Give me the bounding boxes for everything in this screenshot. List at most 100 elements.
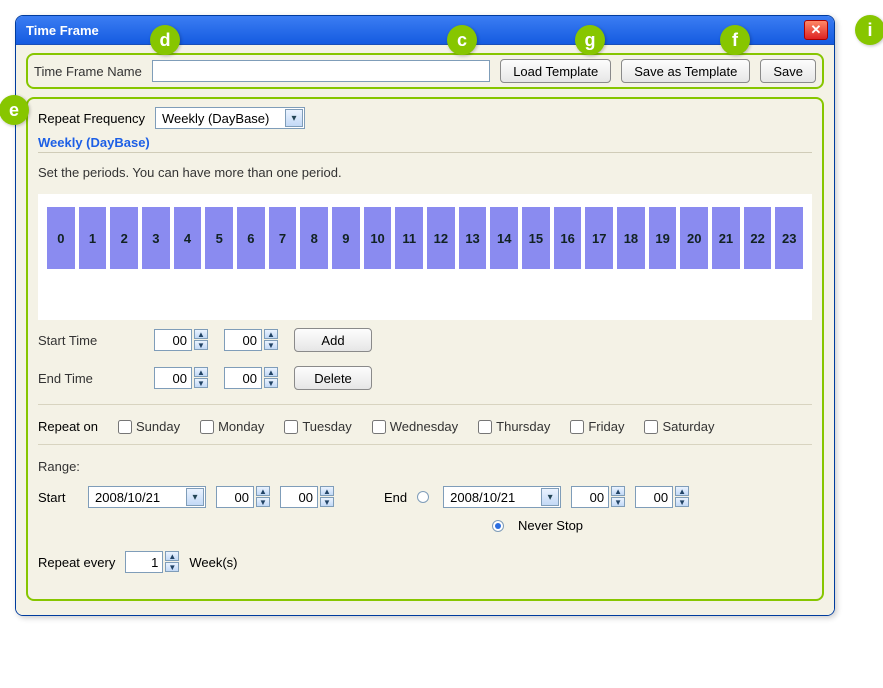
end-time-mm-input[interactable] <box>224 367 262 389</box>
checkbox[interactable] <box>200 420 214 434</box>
chevron-down-icon[interactable]: ▼ <box>675 497 689 507</box>
chevron-up-icon[interactable]: ▲ <box>194 329 208 339</box>
time-frame-name-input[interactable] <box>152 60 490 82</box>
chevron-up-icon[interactable]: ▲ <box>256 486 270 496</box>
end-time-label: End Time <box>38 371 138 386</box>
hour-cell-19[interactable]: 19 <box>649 207 677 269</box>
day-checkbox-saturday[interactable]: Saturday <box>644 419 714 434</box>
annotation-marker-c: c <box>447 25 477 55</box>
range-end-radio[interactable] <box>417 491 429 503</box>
hour-cell-11[interactable]: 11 <box>395 207 423 269</box>
chevron-down-icon[interactable]: ▼ <box>194 378 208 388</box>
chevron-down-icon[interactable]: ▼ <box>320 497 334 507</box>
annotation-marker-d: d <box>150 25 180 55</box>
day-label: Tuesday <box>302 419 351 434</box>
chevron-up-icon[interactable]: ▲ <box>264 329 278 339</box>
chevron-down-icon[interactable]: ▼ <box>264 340 278 350</box>
hour-cell-3[interactable]: 3 <box>142 207 170 269</box>
range-start-hh-input[interactable] <box>216 486 254 508</box>
hour-cell-12[interactable]: 12 <box>427 207 455 269</box>
end-time-hh-spinner[interactable]: ▲▼ <box>154 367 208 389</box>
day-checkbox-thursday[interactable]: Thursday <box>478 419 550 434</box>
checkbox[interactable] <box>644 420 658 434</box>
range-start-date-select[interactable]: 2008/10/21 ▾ <box>88 486 206 508</box>
delete-button[interactable]: Delete <box>294 366 372 390</box>
chevron-down-icon[interactable]: ▼ <box>611 497 625 507</box>
save-button[interactable]: Save <box>760 59 816 83</box>
range-end-label: End <box>384 490 407 505</box>
checkbox[interactable] <box>118 420 132 434</box>
checkbox[interactable] <box>284 420 298 434</box>
repeat-every-input[interactable] <box>125 551 163 573</box>
chevron-up-icon[interactable]: ▲ <box>264 367 278 377</box>
hour-cell-20[interactable]: 20 <box>680 207 708 269</box>
hour-cell-9[interactable]: 9 <box>332 207 360 269</box>
hour-cell-18[interactable]: 18 <box>617 207 645 269</box>
range-start-mm-spinner[interactable]: ▲▼ <box>280 486 334 508</box>
close-button[interactable]: ✕ <box>804 20 828 40</box>
window-title: Time Frame <box>26 23 99 38</box>
instruction-text: Set the periods. You can have more than … <box>38 165 812 180</box>
hour-cell-22[interactable]: 22 <box>744 207 772 269</box>
chevron-up-icon[interactable]: ▲ <box>194 367 208 377</box>
hour-cell-14[interactable]: 14 <box>490 207 518 269</box>
day-checkbox-friday[interactable]: Friday <box>570 419 624 434</box>
end-time-mm-spinner[interactable]: ▲▼ <box>224 367 278 389</box>
hour-cell-10[interactable]: 10 <box>364 207 392 269</box>
checkbox[interactable] <box>478 420 492 434</box>
range-end-mm-spinner[interactable]: ▲▼ <box>635 486 689 508</box>
start-time-row: Start Time ▲▼ ▲▼ Add <box>38 328 812 352</box>
day-checkbox-monday[interactable]: Monday <box>200 419 264 434</box>
chevron-down-icon[interactable]: ▼ <box>264 378 278 388</box>
hour-cell-16[interactable]: 16 <box>554 207 582 269</box>
chevron-up-icon[interactable]: ▲ <box>675 486 689 496</box>
hour-cell-0[interactable]: 0 <box>47 207 75 269</box>
day-checkbox-sunday[interactable]: Sunday <box>118 419 180 434</box>
add-button[interactable]: Add <box>294 328 372 352</box>
hour-cell-23[interactable]: 23 <box>775 207 803 269</box>
range-start-hh-spinner[interactable]: ▲▼ <box>216 486 270 508</box>
range-end-date-select[interactable]: 2008/10/21 ▾ <box>443 486 561 508</box>
never-stop-radio[interactable] <box>492 520 504 532</box>
time-frame-window: Time Frame ✕ Time Frame Name Load Templa… <box>15 15 835 616</box>
hour-cell-4[interactable]: 4 <box>174 207 202 269</box>
range-end-hh-spinner[interactable]: ▲▼ <box>571 486 625 508</box>
start-time-mm-spinner[interactable]: ▲▼ <box>224 329 278 351</box>
repeat-every-spinner[interactable]: ▲▼ <box>125 551 179 573</box>
hour-cell-17[interactable]: 17 <box>585 207 613 269</box>
time-frame-name-label: Time Frame Name <box>34 64 142 79</box>
checkbox[interactable] <box>372 420 386 434</box>
chevron-down-icon[interactable]: ▼ <box>165 562 179 572</box>
hour-cell-2[interactable]: 2 <box>110 207 138 269</box>
hour-cell-8[interactable]: 8 <box>300 207 328 269</box>
hour-cell-7[interactable]: 7 <box>269 207 297 269</box>
start-time-hh-spinner[interactable]: ▲▼ <box>154 329 208 351</box>
day-checkbox-tuesday[interactable]: Tuesday <box>284 419 351 434</box>
start-time-label: Start Time <box>38 333 138 348</box>
load-template-button[interactable]: Load Template <box>500 59 611 83</box>
window-titlebar[interactable]: Time Frame ✕ <box>16 16 834 44</box>
start-time-hh-input[interactable] <box>154 329 192 351</box>
chevron-up-icon[interactable]: ▲ <box>320 486 334 496</box>
hour-cell-21[interactable]: 21 <box>712 207 740 269</box>
hour-cell-1[interactable]: 1 <box>79 207 107 269</box>
checkbox[interactable] <box>570 420 584 434</box>
save-as-template-button[interactable]: Save as Template <box>621 59 750 83</box>
chevron-down-icon[interactable]: ▼ <box>256 497 270 507</box>
range-start-mm-input[interactable] <box>280 486 318 508</box>
day-checkbox-wednesday[interactable]: Wednesday <box>372 419 458 434</box>
range-end-mm-input[interactable] <box>635 486 673 508</box>
hour-cell-15[interactable]: 15 <box>522 207 550 269</box>
chevron-down-icon[interactable]: ▼ <box>194 340 208 350</box>
range-end-hh-input[interactable] <box>571 486 609 508</box>
start-time-mm-input[interactable] <box>224 329 262 351</box>
chevron-up-icon[interactable]: ▲ <box>611 486 625 496</box>
end-time-row: End Time ▲▼ ▲▼ Delete <box>38 366 812 390</box>
hour-cell-13[interactable]: 13 <box>459 207 487 269</box>
hour-cell-6[interactable]: 6 <box>237 207 265 269</box>
chevron-up-icon[interactable]: ▲ <box>165 551 179 561</box>
end-time-hh-input[interactable] <box>154 367 192 389</box>
repeat-frequency-select[interactable]: Weekly (DayBase) ▾ <box>155 107 305 129</box>
repeat-on-row: Repeat on SundayMondayTuesdayWednesdayTh… <box>38 419 812 434</box>
hour-cell-5[interactable]: 5 <box>205 207 233 269</box>
